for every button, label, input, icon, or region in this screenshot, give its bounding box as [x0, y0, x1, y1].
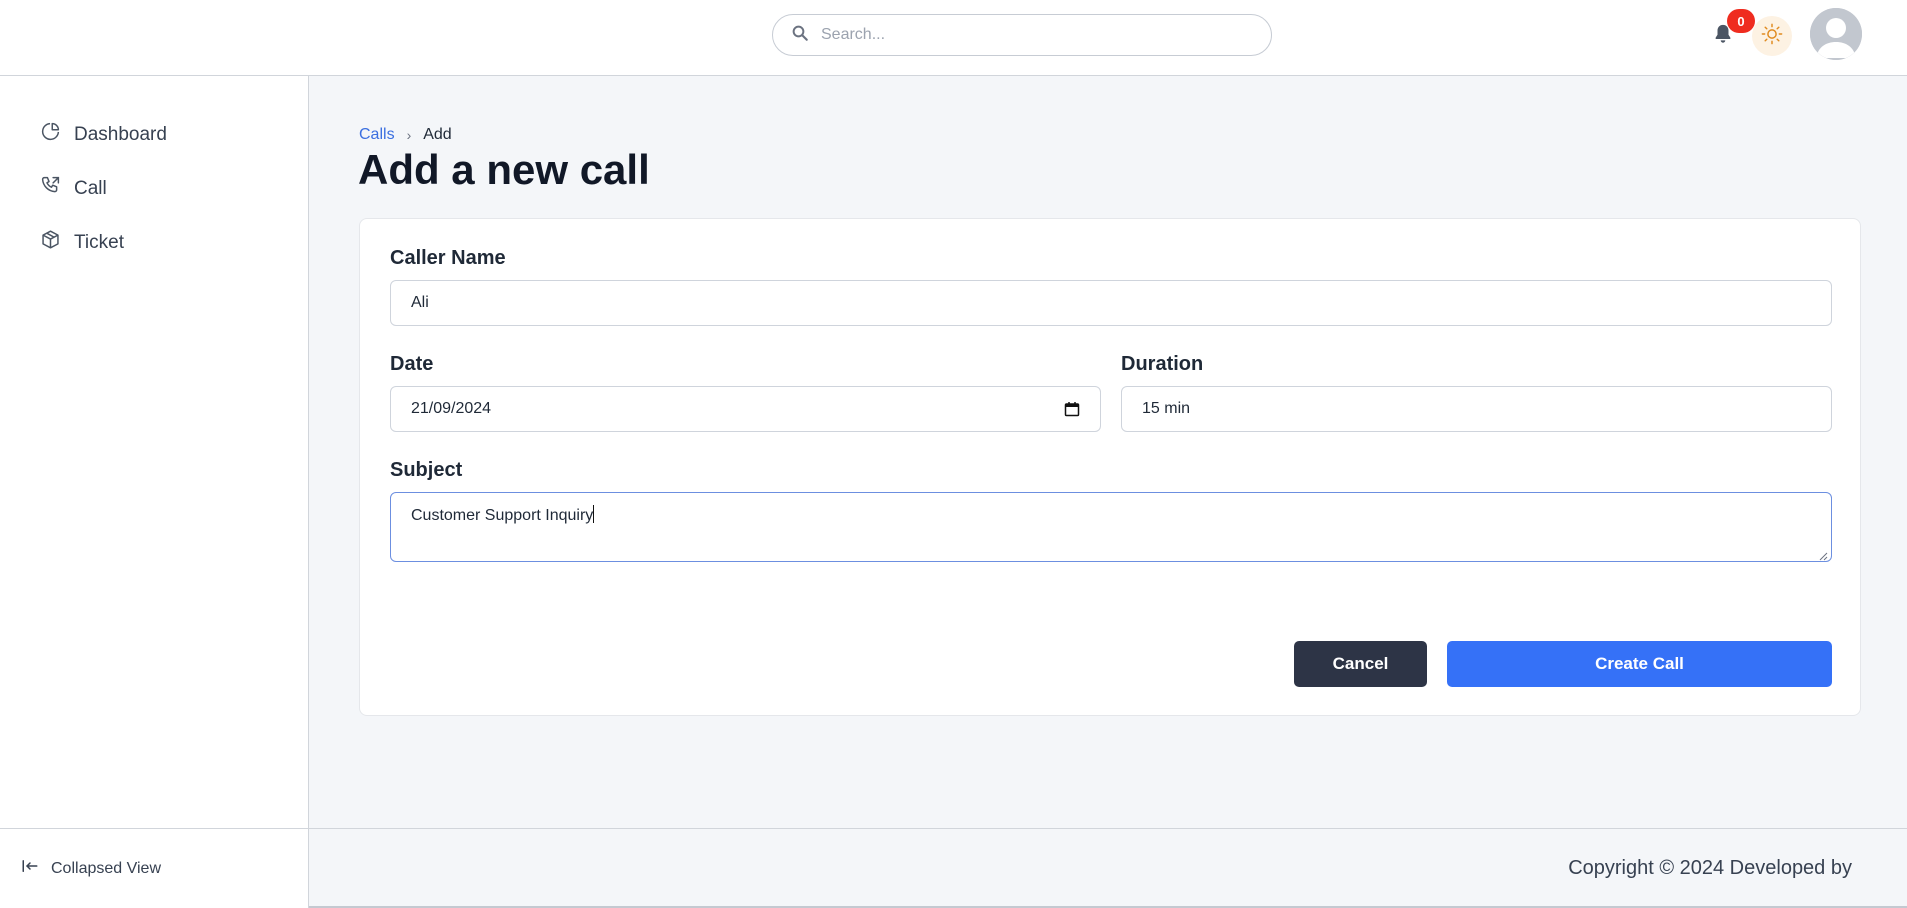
search-box[interactable] [772, 14, 1272, 56]
copyright-text: Copyright © 2024 Developed by [1568, 857, 1852, 879]
breadcrumb-calls-link[interactable]: Calls [359, 126, 395, 144]
notification-badge: 0 [1727, 9, 1755, 33]
breadcrumb-current: Add [423, 126, 452, 143]
subject-textarea[interactable]: Customer Support Inquiry [390, 492, 1832, 562]
phone-icon [40, 175, 74, 202]
search-icon [791, 24, 809, 47]
sidebar: Dashboard Call Ticket Collapsed View [0, 76, 309, 908]
avatar-icon [1810, 8, 1862, 60]
duration-value: 15 min [1142, 400, 1191, 417]
sidebar-item-label: Ticket [74, 231, 124, 253]
duration-label: Duration [1121, 353, 1204, 375]
call-form: Caller Name Ali Date 21/09/2024 Duration… [359, 218, 1861, 716]
collapse-view-button[interactable]: Collapsed View [0, 828, 309, 908]
sidebar-item-call[interactable]: Call [40, 175, 107, 202]
date-value: 21/09/2024 [411, 400, 492, 417]
caller-name-value: Ali [411, 294, 429, 311]
avatar[interactable] [1810, 8, 1862, 60]
chevron-right-icon: › [406, 127, 412, 143]
top-bar: 0 [0, 0, 1907, 76]
sun-icon [1761, 23, 1783, 50]
footer: Copyright © 2024 Developed by [309, 828, 1907, 908]
caller-name-field[interactable]: Ali [390, 280, 1832, 326]
date-label: Date [390, 353, 434, 375]
date-field[interactable]: 21/09/2024 [390, 386, 1101, 432]
breadcrumb: Calls › Add [359, 126, 452, 144]
sidebar-item-label: Call [74, 177, 107, 199]
sidebar-item-dashboard[interactable]: Dashboard [40, 121, 167, 148]
box-icon [40, 229, 74, 256]
theme-toggle-button[interactable] [1752, 16, 1792, 56]
page-title: Add a new call [358, 146, 650, 193]
subject-value: Customer Support Inquiry [411, 507, 594, 524]
subject-label: Subject [390, 459, 463, 481]
create-call-button[interactable]: Create Call [1447, 641, 1832, 687]
pie-chart-icon [40, 121, 74, 148]
search-input[interactable] [821, 26, 1241, 44]
text-caret [593, 505, 595, 523]
sidebar-item-label: Dashboard [74, 123, 167, 145]
main-content: Calls › Add Add a new call Caller Name A… [309, 76, 1907, 828]
resize-handle-icon[interactable] [1818, 548, 1828, 561]
collapse-view-label: Collapsed View [51, 859, 161, 877]
duration-field[interactable]: 15 min [1121, 386, 1832, 432]
calendar-icon[interactable] [1064, 401, 1080, 417]
collapse-icon [21, 857, 51, 880]
caller-name-label: Caller Name [390, 247, 506, 269]
cancel-button[interactable]: Cancel [1294, 641, 1427, 687]
sidebar-item-ticket[interactable]: Ticket [40, 229, 124, 256]
